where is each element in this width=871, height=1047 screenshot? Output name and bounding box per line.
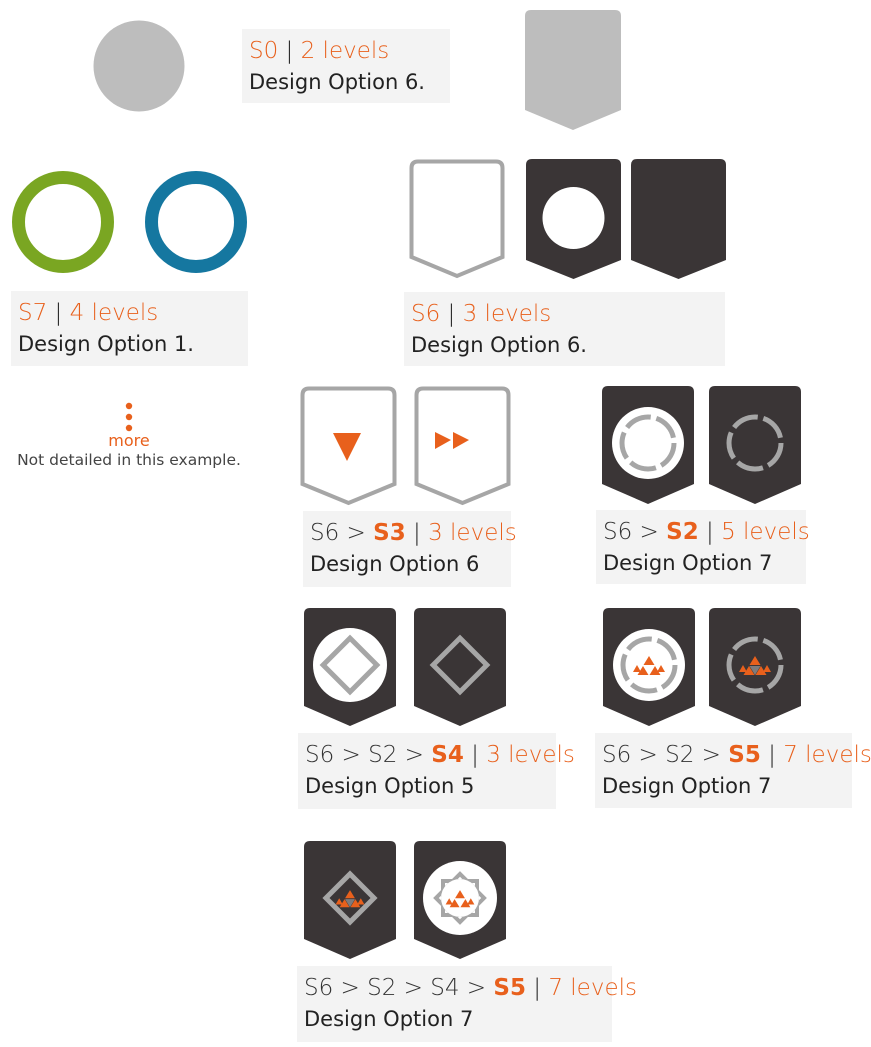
s4-s5-design: Design Option 7 [304, 1007, 474, 1031]
s3-design: Design Option 6 [310, 552, 480, 576]
s2-ring-shield-light-icon [602, 386, 694, 504]
s3-play-shield-icon [300, 386, 397, 506]
s2-ring-shield-dark-icon [709, 386, 801, 504]
s7-levels: 4 levels [69, 300, 159, 326]
s3-code: S3 [373, 520, 406, 546]
s0-card: S0 | 2 levels Design Option 6. [242, 29, 450, 103]
s0-circle-icon [93, 20, 185, 112]
s5-design: Design Option 7 [602, 774, 772, 798]
s4-diamond-shield-dark-icon [414, 608, 506, 726]
s4-levels: 3 levels [486, 742, 575, 768]
s7-card: S7 | 4 levels Design Option 1. [11, 291, 248, 366]
s5-logo-ring-shield-dark-icon [709, 608, 801, 726]
s6-code: S6 [411, 301, 441, 327]
s6-dark-shield-icon [631, 159, 726, 279]
s2-card: S6 > S2 | 5 levels Design Option 7 [596, 510, 810, 584]
s4-card: S6 > S2 > S4 | 3 levels Design Option 5 [298, 733, 575, 809]
s7-blue-ring-icon [145, 171, 247, 273]
s4-s5-logo-diamond-shield-icon [304, 841, 396, 959]
more-note: Not detailed in this example. [17, 451, 241, 469]
s5-code: S5 [728, 742, 761, 768]
s0-design: Design Option 6. [249, 70, 425, 94]
s4-diamond-shield-light-icon [304, 608, 396, 726]
s2-design: Design Option 7 [603, 551, 773, 575]
s0-code: S0 [249, 38, 279, 64]
s4-s5-code: S5 [493, 975, 526, 1001]
more-label: more [108, 431, 150, 450]
s6-dark-shield-dot-icon [526, 159, 621, 279]
s4-s5-levels: 7 levels [548, 975, 637, 1001]
s3-levels: 3 levels [428, 520, 517, 546]
s6-outline-shield-icon [409, 159, 505, 279]
s7-design: Design Option 1. [18, 332, 194, 356]
s6-card: S6 | 3 levels Design Option 6. [404, 292, 725, 366]
s4-s5-logo-star-shield-icon [414, 841, 506, 959]
s0-levels: 2 levels [300, 38, 390, 64]
s4-design: Design Option 5 [305, 774, 475, 798]
s3-card: S6 > S3 | 3 levels Design Option 6 [303, 511, 517, 587]
s5-levels: 7 levels [783, 742, 871, 768]
s7-code: S7 [18, 300, 48, 326]
s2-code: S2 [666, 519, 699, 545]
s5-card: S6 > S2 > S5 | 7 levels Design Option 7 [595, 733, 871, 808]
s3-fast-forward-shield-icon [414, 386, 511, 506]
s0-shield-icon [525, 10, 621, 130]
s5-logo-ring-shield-light-icon [603, 608, 695, 726]
more-dots-icon [125, 402, 133, 432]
s2-levels: 5 levels [721, 519, 810, 545]
s7-green-ring-icon [12, 171, 114, 273]
more-block: more Not detailed in this example. [0, 402, 258, 470]
s6-levels: 3 levels [462, 301, 552, 327]
s4-code: S4 [431, 742, 464, 768]
s4-s5-card: S6 > S2 > S4 > S5 | 7 levels Design Opti… [297, 966, 637, 1042]
s6-design: Design Option 6. [411, 333, 587, 357]
